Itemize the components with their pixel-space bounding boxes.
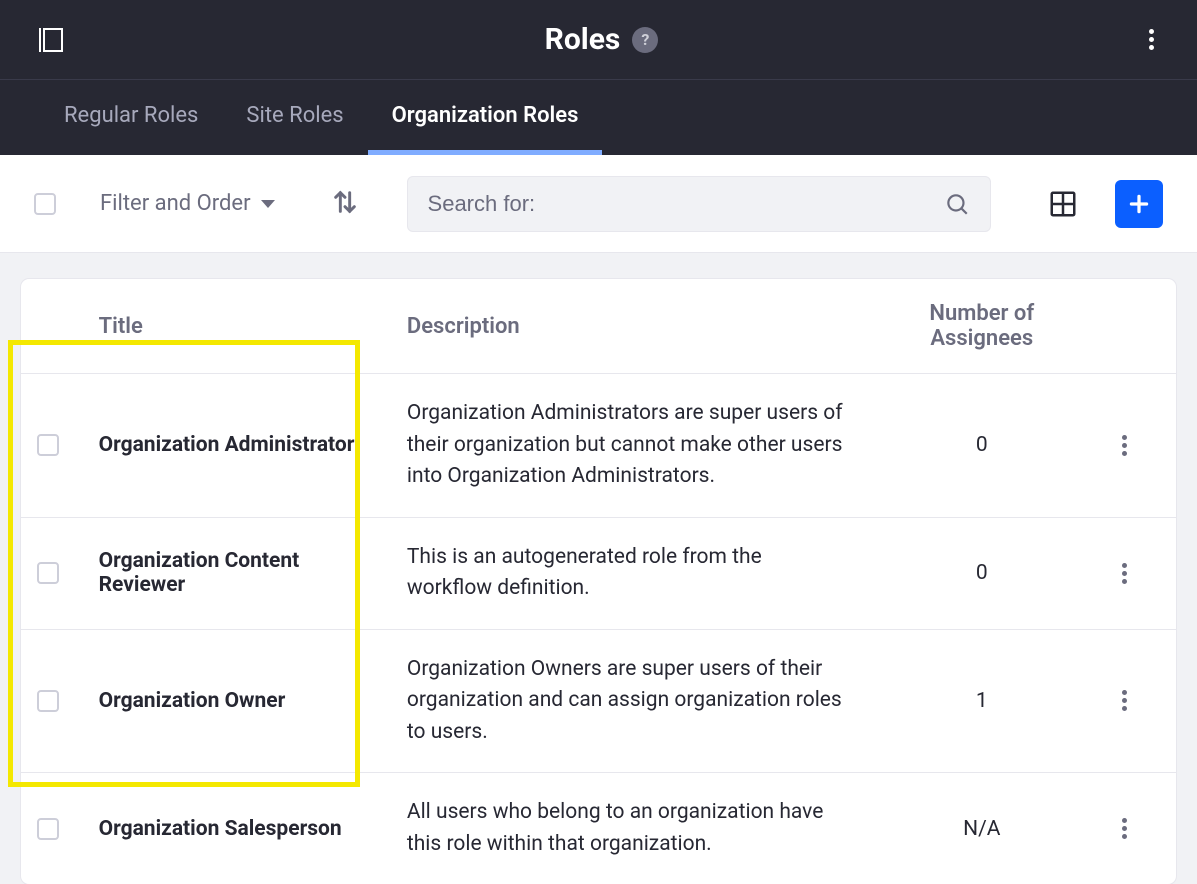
header-more-menu[interactable]	[1139, 28, 1163, 52]
select-all-checkbox[interactable]	[34, 193, 56, 215]
tab-organization-roles[interactable]: Organization Roles	[368, 80, 603, 155]
roles-table: Title Description Number of Assignees Or…	[21, 279, 1176, 884]
row-more-menu[interactable]	[1112, 561, 1136, 585]
chevron-down-icon	[261, 200, 275, 208]
row-more-menu[interactable]	[1112, 433, 1136, 457]
add-role-button[interactable]	[1115, 180, 1163, 228]
row-description: Organization Administrators are super us…	[391, 374, 867, 518]
content-area: Title Description Number of Assignees Or…	[0, 253, 1197, 884]
row-more-menu[interactable]	[1112, 817, 1136, 841]
toolbar: Filter and Order	[0, 155, 1197, 253]
row-description: This is an autogenerated role from the w…	[391, 517, 867, 629]
row-title[interactable]: Organization Owner	[93, 629, 391, 773]
row-assignees: 0	[867, 374, 1096, 518]
search-input[interactable]	[428, 191, 944, 217]
row-assignees: 0	[867, 517, 1096, 629]
col-description[interactable]: Description	[391, 279, 867, 374]
help-icon[interactable]: ?	[632, 27, 658, 53]
search-icon	[944, 191, 970, 217]
row-title[interactable]: Organization Salesperson	[93, 773, 391, 884]
view-toggle-button[interactable]	[1047, 188, 1079, 220]
row-description: Organization Owners are super users of t…	[391, 629, 867, 773]
filter-and-order-dropdown[interactable]: Filter and Order	[100, 191, 275, 216]
table-row[interactable]: Organization Content Reviewer This is an…	[21, 517, 1176, 629]
page-header: Roles ?	[0, 0, 1197, 80]
table-row[interactable]: Organization Owner Organization Owners a…	[21, 629, 1176, 773]
tab-site-roles[interactable]: Site Roles	[222, 80, 367, 155]
tabs-bar: Regular Roles Site Roles Organization Ro…	[0, 80, 1197, 155]
row-checkbox[interactable]	[37, 434, 59, 456]
tab-regular-roles[interactable]: Regular Roles	[40, 80, 222, 155]
filter-order-label: Filter and Order	[100, 191, 251, 216]
panel-toggle-icon[interactable]	[34, 25, 64, 55]
row-description: All users who belong to an organization …	[391, 773, 867, 884]
roles-table-card: Title Description Number of Assignees Or…	[21, 279, 1176, 884]
col-assignees[interactable]: Number of Assignees	[867, 279, 1096, 374]
table-row[interactable]: Organization Administrator Organization …	[21, 374, 1176, 518]
row-assignees: 1	[867, 629, 1096, 773]
row-more-menu[interactable]	[1112, 689, 1136, 713]
row-checkbox[interactable]	[37, 818, 59, 840]
row-title[interactable]: Organization Administrator	[93, 374, 391, 518]
row-assignees: N/A	[867, 773, 1096, 884]
row-checkbox[interactable]	[37, 690, 59, 712]
search-box[interactable]	[407, 176, 991, 232]
page-title: Roles	[545, 22, 621, 57]
table-row[interactable]: Organization Salesperson All users who b…	[21, 773, 1176, 884]
row-title[interactable]: Organization Content Reviewer	[93, 517, 391, 629]
plus-icon	[1126, 191, 1152, 217]
sort-toggle[interactable]	[331, 188, 359, 220]
row-checkbox[interactable]	[37, 562, 59, 584]
col-title[interactable]: Title	[93, 279, 391, 374]
